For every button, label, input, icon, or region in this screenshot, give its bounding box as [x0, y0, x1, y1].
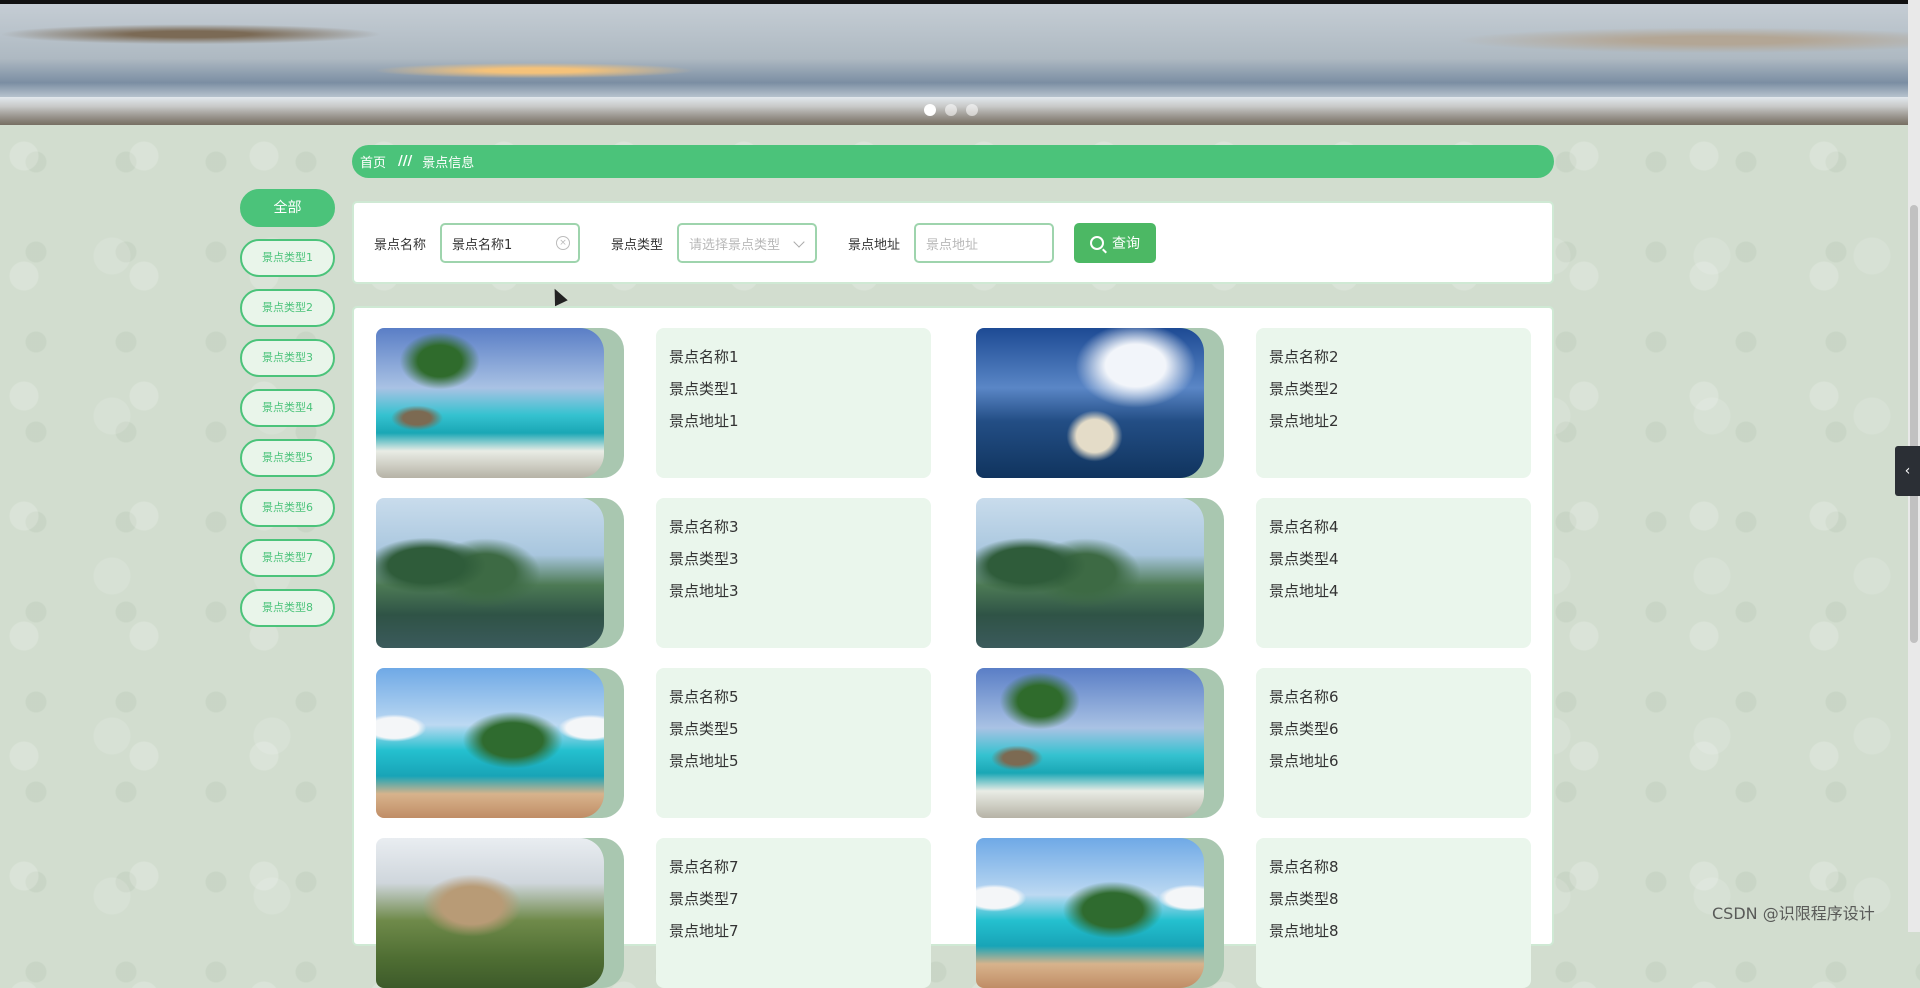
attraction-list: 景点名称1 景点类型1 景点地址1 景点名称2 景点类型2 景点地址2 景点名称… — [352, 306, 1554, 988]
type-select[interactable]: 请选择景点类型 — [677, 223, 817, 263]
banner-carousel[interactable] — [0, 4, 1908, 125]
category-button-7[interactable]: 景点类型7 — [240, 539, 335, 577]
side-panel-toggle[interactable]: ‹ — [1895, 446, 1920, 496]
attraction-card[interactable]: 景点名称2 景点类型2 景点地址2 — [976, 328, 1536, 478]
attraction-address: 景点地址1 — [669, 412, 739, 430]
attraction-name: 景点名称4 — [1269, 518, 1339, 536]
type-label: 景点类型 — [611, 238, 664, 253]
attraction-card[interactable]: 景点名称7 景点类型7 景点地址7 — [376, 838, 936, 988]
attraction-info: 景点名称3 景点类型3 景点地址3 — [656, 498, 931, 648]
scrollbar-thumb[interactable] — [1910, 205, 1918, 643]
search-icon — [1090, 236, 1104, 250]
attraction-type: 景点类型4 — [1269, 550, 1339, 568]
attraction-type: 景点类型1 — [669, 380, 739, 398]
attraction-photo[interactable] — [976, 328, 1204, 478]
attraction-name: 景点名称1 — [669, 348, 739, 366]
watermark: CSDN @识限程序设计 — [1712, 904, 1875, 923]
address-label: 景点地址 — [848, 238, 901, 253]
attraction-info: 景点名称6 景点类型6 景点地址6 — [1256, 668, 1531, 818]
name-input[interactable]: 景点名称1 × — [440, 223, 580, 263]
carousel-dot-2[interactable] — [945, 104, 957, 116]
carousel-dot-1[interactable] — [924, 104, 936, 116]
attraction-name: 景点名称5 — [669, 688, 739, 706]
attraction-info: 景点名称7 景点类型7 景点地址7 — [656, 838, 931, 988]
attraction-address: 景点地址4 — [1269, 582, 1339, 600]
attraction-type: 景点类型5 — [669, 720, 739, 738]
attraction-photo[interactable] — [376, 328, 604, 478]
category-button-4[interactable]: 景点类型4 — [240, 389, 335, 427]
attraction-photo[interactable] — [376, 498, 604, 648]
breadcrumb-current: 景点信息 — [422, 156, 475, 171]
carousel-dot-3[interactable] — [966, 104, 978, 116]
breadcrumb-separator: /// — [398, 154, 413, 169]
category-button-8[interactable]: 景点类型8 — [240, 589, 335, 627]
attraction-info: 景点名称2 景点类型2 景点地址2 — [1256, 328, 1531, 478]
query-button[interactable]: 查询 — [1074, 223, 1156, 263]
name-input-value: 景点名称1 — [452, 237, 513, 253]
mouse-cursor-icon — [548, 285, 568, 307]
category-button-5[interactable]: 景点类型5 — [240, 439, 335, 477]
attraction-card[interactable]: 景点名称5 景点类型5 景点地址5 — [376, 668, 936, 818]
address-input-placeholder: 景点地址 — [926, 237, 979, 253]
category-all-button[interactable]: 全部 — [240, 189, 335, 227]
attraction-photo[interactable] — [376, 838, 604, 988]
attraction-name: 景点名称2 — [1269, 348, 1339, 366]
attraction-name: 景点名称6 — [1269, 688, 1339, 706]
attraction-card[interactable]: 景点名称8 景点类型8 景点地址8 — [976, 838, 1536, 988]
attraction-photo[interactable] — [976, 838, 1204, 988]
attraction-info: 景点名称1 景点类型1 景点地址1 — [656, 328, 931, 478]
attraction-name: 景点名称7 — [669, 858, 739, 876]
attraction-address: 景点地址7 — [669, 922, 739, 940]
category-button-3[interactable]: 景点类型3 — [240, 339, 335, 377]
attraction-info: 景点名称5 景点类型5 景点地址5 — [656, 668, 931, 818]
chevron-left-icon: ‹ — [1904, 463, 1911, 479]
attraction-photo[interactable] — [376, 668, 604, 818]
attraction-address: 景点地址6 — [1269, 752, 1339, 770]
category-button-2[interactable]: 景点类型2 — [240, 289, 335, 327]
attraction-card[interactable]: 景点名称6 景点类型6 景点地址6 — [976, 668, 1536, 818]
attraction-type: 景点类型8 — [1269, 890, 1339, 908]
attraction-card[interactable]: 景点名称3 景点类型3 景点地址3 — [376, 498, 936, 648]
clear-icon[interactable]: × — [556, 236, 570, 250]
attraction-type: 景点类型6 — [1269, 720, 1339, 738]
category-sidebar: 全部 景点类型1 景点类型2 景点类型3 景点类型4 景点类型5 景点类型6 景… — [240, 189, 335, 639]
attraction-info: 景点名称4 景点类型4 景点地址4 — [1256, 498, 1531, 648]
address-input[interactable]: 景点地址 — [914, 223, 1054, 263]
name-label: 景点名称 — [374, 238, 427, 253]
attraction-card[interactable]: 景点名称4 景点类型4 景点地址4 — [976, 498, 1536, 648]
attraction-photo[interactable] — [976, 498, 1204, 648]
attraction-type: 景点类型3 — [669, 550, 739, 568]
attraction-address: 景点地址2 — [1269, 412, 1339, 430]
attraction-address: 景点地址5 — [669, 752, 739, 770]
type-select-placeholder: 请选择景点类型 — [689, 237, 781, 253]
attraction-type: 景点类型7 — [669, 890, 739, 908]
category-button-6[interactable]: 景点类型6 — [240, 489, 335, 527]
breadcrumb: 首页 /// 景点信息 — [352, 145, 1554, 178]
attraction-info: 景点名称8 景点类型8 景点地址8 — [1256, 838, 1531, 988]
attraction-address: 景点地址3 — [669, 582, 739, 600]
breadcrumb-home[interactable]: 首页 — [360, 152, 386, 171]
attraction-name: 景点名称8 — [1269, 858, 1339, 876]
category-button-1[interactable]: 景点类型1 — [240, 239, 335, 277]
attraction-photo[interactable] — [976, 668, 1204, 818]
search-panel: 景点名称 景点名称1 × 景点类型 请选择景点类型 景点地址 景点地址 查询 — [352, 201, 1554, 284]
attraction-address: 景点地址8 — [1269, 922, 1339, 940]
attraction-name: 景点名称3 — [669, 518, 739, 536]
query-button-label: 查询 — [1112, 236, 1140, 252]
attraction-type: 景点类型2 — [1269, 380, 1339, 398]
chevron-down-icon — [793, 236, 805, 248]
carousel-indicators — [924, 104, 978, 116]
attraction-card[interactable]: 景点名称1 景点类型1 景点地址1 — [376, 328, 936, 478]
